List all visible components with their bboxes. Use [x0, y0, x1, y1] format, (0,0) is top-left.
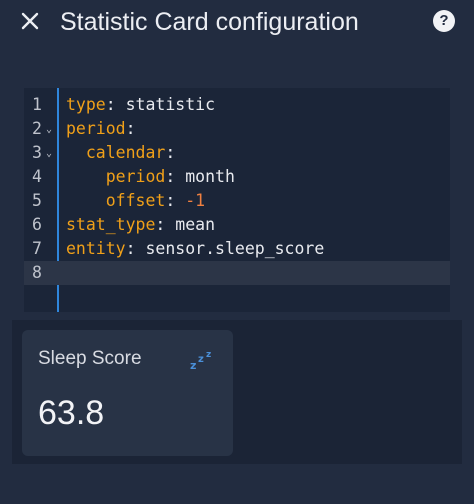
line-number: 7 [32, 239, 42, 258]
code-line[interactable]: 5 offset: -1 [24, 189, 450, 213]
yaml-key: entity [66, 239, 126, 258]
code-text: period: [66, 117, 136, 141]
line-number: 6 [32, 215, 42, 234]
dialog-header: Statistic Card configuration ? [0, 0, 474, 46]
close-icon [21, 12, 39, 30]
code-line[interactable]: 1 type: statistic [24, 93, 450, 117]
code-text: stat_type: mean [66, 213, 215, 237]
dialog-title: Statistic Card configuration [60, 8, 359, 36]
code-line[interactable]: 4 period: month [24, 165, 450, 189]
yaml-value: : [165, 143, 176, 162]
chevron-down-icon[interactable]: ⌄ [46, 118, 52, 142]
card-value: 63.8 [38, 394, 105, 432]
yaml-value: : [165, 167, 186, 186]
code-text: calendar: [66, 141, 175, 165]
help-button[interactable]: ? [433, 10, 455, 32]
code-text: entity: sensor.sleep_score [66, 237, 324, 261]
yaml-code-editor[interactable]: 1 type: statistic 2 ⌄ period: 3 ⌄ calendar: 4 p… [24, 88, 450, 312]
code-line[interactable]: 7 entity: sensor.sleep_score [24, 237, 450, 261]
yaml-key: stat_type [66, 215, 156, 234]
close-button[interactable] [18, 9, 42, 33]
yaml-value: : [125, 239, 146, 258]
sleep-icon: z z z [190, 350, 212, 372]
yaml-value: : [125, 119, 136, 138]
yaml-value: : [105, 95, 126, 114]
line-number: 3 [32, 143, 42, 162]
help-circle-icon: ? [439, 12, 449, 29]
line-number: 2 [32, 119, 42, 138]
line-number: 4 [32, 167, 42, 186]
yaml-value: sensor.sleep_score [145, 239, 325, 258]
code-text: offset: -1 [66, 189, 205, 213]
line-number: 1 [32, 95, 42, 114]
yaml-value: : [165, 191, 186, 210]
chevron-down-icon[interactable]: ⌄ [46, 142, 52, 166]
line-number: 5 [32, 191, 42, 210]
code-line[interactable]: 2 ⌄ period: [24, 117, 450, 141]
yaml-value [66, 143, 86, 162]
statistic-card[interactable]: Sleep Score z z z 63.8 [22, 330, 233, 456]
yaml-value [66, 167, 106, 186]
line-number: 8 [32, 263, 42, 282]
yaml-value: statistic [125, 95, 216, 114]
yaml-key: period [66, 119, 126, 138]
code-text: type: statistic [66, 93, 215, 117]
code-line[interactable]: 8 [24, 261, 450, 285]
code-text: period: month [66, 165, 235, 189]
yaml-key: offset [105, 191, 166, 210]
yaml-key: type [66, 95, 106, 114]
yaml-value [66, 191, 106, 210]
card-name: Sleep Score [38, 348, 142, 369]
yaml-key: calendar [85, 143, 166, 162]
yaml-value: -1 [185, 191, 206, 210]
yaml-key: period [105, 167, 166, 186]
yaml-value: month [185, 167, 235, 186]
code-line[interactable]: 3 ⌄ calendar: [24, 141, 450, 165]
code-line[interactable]: 6 stat_type: mean [24, 213, 450, 237]
yaml-value: : [155, 215, 176, 234]
yaml-value: mean [175, 215, 216, 234]
